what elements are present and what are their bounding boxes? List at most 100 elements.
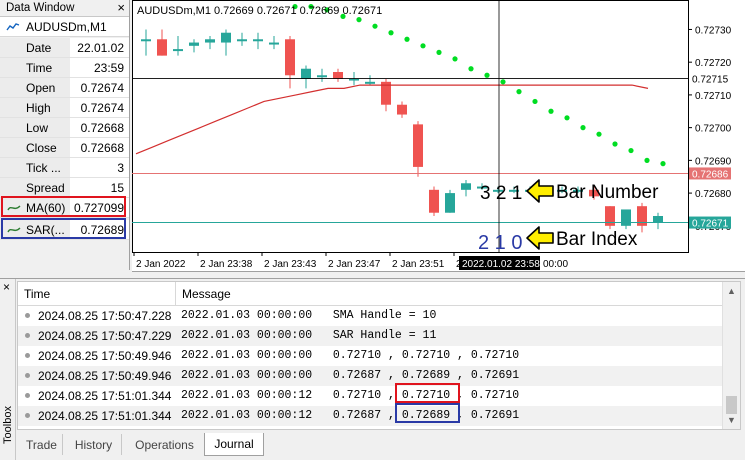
toolbox-close-button[interactable]: × [3,280,10,294]
data-value: 3 [117,161,124,175]
log-time: 2024.08.25 17:50:49.946 [38,369,172,383]
column-header-message[interactable]: Message [182,287,231,301]
sar-point [596,131,602,137]
sar-point [612,141,618,147]
sar-point [548,108,554,114]
candle-body [173,49,183,52]
candle-body [253,39,263,42]
candle-body [413,124,423,167]
candle-body [157,39,167,56]
time-tick-label: 2 Jan 23:43 [264,259,317,270]
time-tick-label: 2 Jan 23:47 [328,259,381,270]
chart-canvas[interactable]: 0.72730 0.72720 0.72710 0.72700 0.72690 0.726… [132,0,745,272]
data-row-high: High 0.72674 [0,98,129,118]
candle-body [285,39,295,76]
price-tag-red: 0.72686 [692,169,729,180]
candle-body [189,42,199,46]
price-tick-label: 0.72690 [695,156,732,167]
highlight-box-ma-value [395,383,460,403]
candle-body [429,189,439,213]
candle-body [653,216,663,223]
log-bullet-icon [25,393,30,398]
candle-body [445,193,455,213]
data-window-close-button[interactable]: × [117,0,125,15]
journal-table: Time Message 2024.08.25 17:50:47.228 2022… [17,281,741,430]
chart-title: AUDUSDm,M1 0.72669 0.72671 0.72669 0.726… [137,5,383,17]
sar-point [500,79,506,85]
candle-body [397,104,407,115]
candle-body [333,72,343,79]
log-time: 2024.08.25 17:50:49.946 [38,349,172,363]
data-row-low: Low 0.72668 [0,118,129,138]
price-tag-green: 0.72671 [692,219,729,230]
bar-number-label: Bar Number [556,182,659,203]
data-window-symbol: AUDUSDm,M1 [26,20,107,34]
sar-point [436,49,442,55]
time-tick-label: 00:00 [543,259,568,270]
log-bullet-icon [25,333,30,338]
time-tick-label: 2 Jan 23:38 [200,259,253,270]
data-label: Time [26,61,53,75]
column-divider[interactable] [175,282,176,306]
journal-row[interactable]: 2024.08.25 17:51:01.344 2022.01.03 00:00:… [18,386,722,406]
log-message: 2022.01.03 00:00:12 0.72710 , 0.72710 , … [181,389,520,402]
data-value: 0.72668 [80,121,124,135]
log-time: 2024.08.25 17:50:47.228 [38,309,172,323]
candle-body [141,39,151,42]
sar-point [644,157,650,163]
data-value: 0.72668 [80,141,124,155]
sar-point [532,98,538,105]
price-chart[interactable]: 0.72730 0.72720 0.72710 0.72700 0.72690 0.726… [132,0,745,272]
sar-point [404,36,410,42]
highlight-box-ma [1,196,126,217]
tab-operations[interactable]: Operations [125,434,205,455]
log-time: 2024.08.25 17:50:47.229 [38,329,172,343]
data-window-symbol-row: AUDUSDm,M1 [0,17,129,37]
sar-point [372,23,378,29]
data-label: Tick ... [26,161,61,175]
toolbox-side-label: Toolbox [2,406,14,444]
log-bullet-icon [25,313,30,318]
scroll-up-icon[interactable]: ▲ [727,286,736,296]
data-row-date: Date 22.01.02 [0,38,129,58]
log-bullet-icon [25,353,30,358]
log-bullet-icon [25,413,30,418]
log-time: 2024.08.25 17:51:01.344 [38,389,172,403]
crosshair-time-tag: 2022.01.02 23:58 [462,259,540,270]
journal-row[interactable]: 2024.08.25 17:50:47.229 2022.01.03 00:00:… [18,326,722,346]
sar-point [420,43,426,49]
log-message: 2022.01.03 00:00:12 0.72687 , 0.72689 , … [181,409,520,422]
time-tick-label: 2 Jan 2022 [136,259,186,270]
data-row-tick-volume: Tick ... 3 [0,158,129,178]
chart-icon [6,23,20,31]
price-tick-label: 0.72720 [695,58,732,69]
log-bullet-icon [25,373,30,378]
journal-row[interactable]: 2024.08.25 17:50:47.228 2022.01.03 00:00:… [18,306,722,326]
toolbox-panel: × Toolbox Time Message 2024.08.25 17:50:… [0,278,745,460]
journal-row[interactable]: 2024.08.25 17:50:49.946 2022.01.03 00:00:… [18,346,722,366]
scroll-thumb[interactable] [726,396,737,414]
bar-index-label: Bar Index [556,229,638,250]
left-arrow-icon [526,226,554,250]
log-message: 2022.01.03 00:00:00 0.72710 , 0.72710 , … [181,349,520,362]
data-value: 0.72674 [80,81,124,95]
price-tick-label: 0.72730 [695,25,732,36]
candle-body [221,32,231,43]
bar-number-digits: 3 2 1 [480,183,522,204]
candle-body [317,75,327,78]
time-tick-label: 2 Jan 23:51 [392,259,445,270]
tab-journal[interactable]: Journal [204,433,264,456]
data-label: Low [26,121,49,135]
tab-history[interactable]: History [66,434,122,455]
journal-row[interactable]: 2024.08.25 17:51:01.344 2022.01.03 00:00:… [18,406,722,426]
candle-body [461,183,471,190]
journal-scrollbar[interactable]: ▲ ▼ [722,282,740,429]
tab-trade[interactable]: Trade [21,434,63,455]
sar-point [468,66,474,72]
column-header-time[interactable]: Time [24,287,50,301]
candle-body [621,209,631,226]
sar-point [356,17,362,23]
journal-row[interactable]: 2024.08.25 17:50:49.946 2022.01.03 00:00:… [18,366,722,386]
log-message: 2022.01.03 00:00:00 SAR Handle = 11 [181,329,437,342]
scroll-down-icon[interactable]: ▼ [727,415,736,425]
